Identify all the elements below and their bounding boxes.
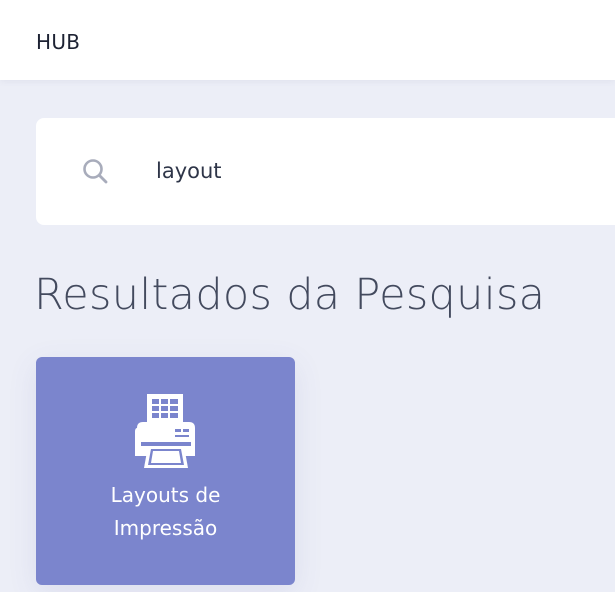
search-input[interactable]	[156, 156, 556, 186]
search-box[interactable]	[36, 118, 615, 225]
result-card-label-line2: Impressão	[113, 516, 218, 540]
top-header: HUB	[0, 0, 615, 80]
search-icon[interactable]	[80, 156, 110, 186]
brand-title[interactable]: HUB	[36, 30, 80, 54]
result-card-label-line1: Layouts de	[110, 483, 221, 507]
result-card-label: Layouts de Impressão	[36, 479, 295, 545]
result-card-layouts-de-impressao[interactable]: Layouts de Impressão	[36, 357, 295, 585]
printer-icon	[135, 394, 195, 468]
results-title: Resultados da Pesquisa	[34, 270, 546, 320]
